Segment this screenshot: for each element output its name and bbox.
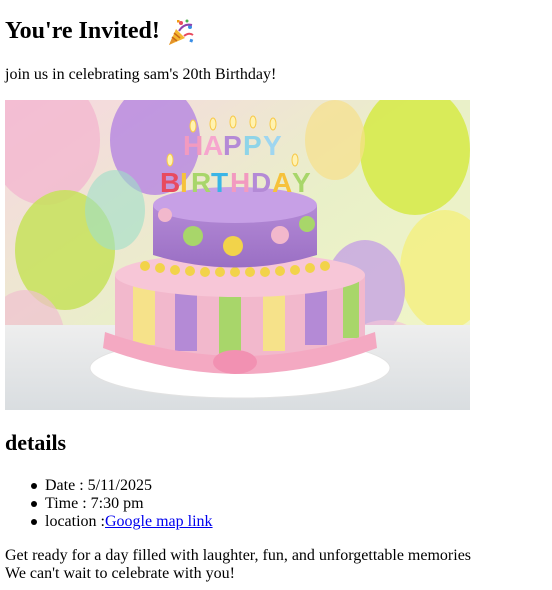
time-separator: : [78, 495, 91, 512]
details-list: Date : 5/11/2025 Time : 7:30 pm location… [5, 477, 213, 531]
time-label: Time [45, 495, 79, 512]
svg-text:P: P [243, 130, 262, 161]
svg-text:Y: Y [263, 130, 282, 161]
page-title: You're Invited! [5, 16, 196, 47]
details-item-date: Date : 5/11/2025 [5, 477, 213, 495]
date-separator: : [75, 477, 88, 494]
closing-line-1: Get ready for a day filled with laughter… [5, 547, 472, 564]
svg-text:A: A [203, 130, 223, 161]
party-popper-icon [166, 17, 196, 47]
svg-text:Y: Y [292, 167, 311, 198]
details-item-location: location :Google map link [5, 513, 213, 531]
svg-text:D: D [251, 167, 271, 198]
google-map-link[interactable]: Google map link [105, 513, 213, 530]
birthday-cake-image: H A P P Y B I R T H D A Y [5, 100, 470, 410]
location-label: location [45, 513, 97, 530]
svg-text:H: H [183, 130, 203, 161]
date-value: 5/11/2025 [87, 477, 152, 494]
details-item-time: Time : 7:30 pm [5, 495, 213, 513]
svg-text:P: P [223, 130, 242, 161]
invitation-text: join us in celebrating sam's 20th Birthd… [5, 66, 277, 83]
date-label: Date [45, 477, 76, 494]
svg-text:A: A [272, 167, 292, 198]
details-heading: details [5, 430, 67, 455]
closing-line-2: We can't wait to celebrate with you! [5, 565, 235, 582]
svg-text:R: R [191, 167, 211, 198]
svg-text:H: H [230, 167, 250, 198]
location-separator: : [96, 513, 105, 530]
svg-text:I: I [180, 167, 188, 198]
svg-text:T: T [211, 167, 228, 198]
title-text: You're Invited! [5, 18, 160, 44]
time-value: 7:30 pm [90, 495, 144, 512]
svg-text:B: B [160, 167, 180, 198]
closing-text: Get ready for a day filled with laughter… [5, 547, 471, 583]
